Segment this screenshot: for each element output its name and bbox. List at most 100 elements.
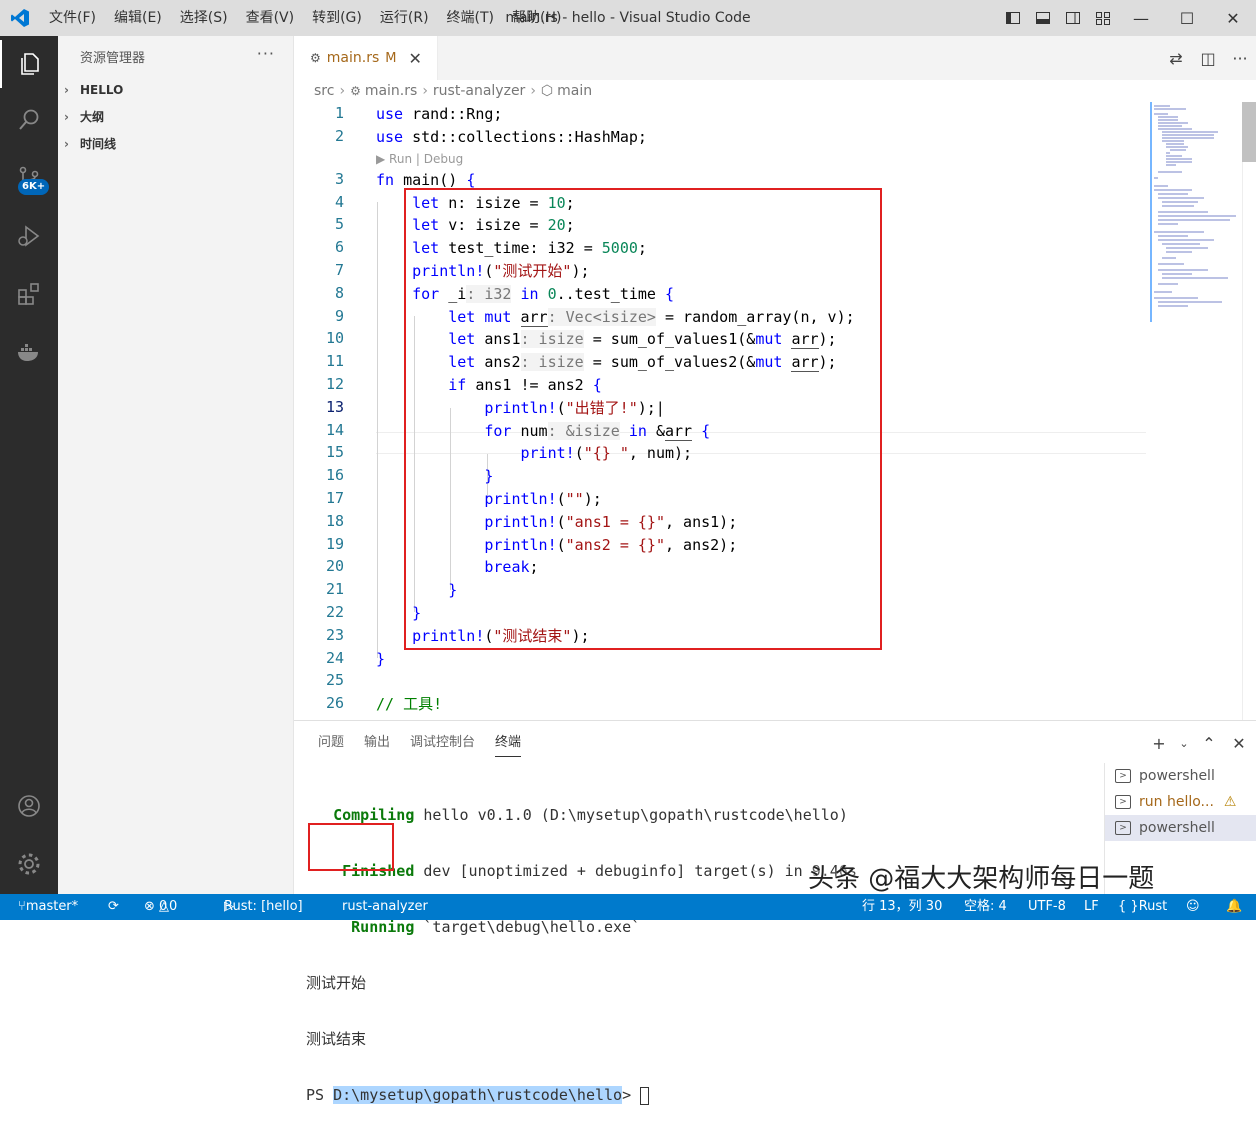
sync-icon[interactable]: ⟳ xyxy=(108,894,119,920)
open-changes-icon[interactable]: ⇄ xyxy=(1160,36,1192,80)
indentation[interactable]: 空格: 4 xyxy=(964,894,1007,920)
explorer-header: 资源管理器 ··· xyxy=(58,36,293,76)
code-line: // 工具! xyxy=(376,695,443,713)
menu-help[interactable]: 帮助(H) xyxy=(503,0,570,36)
chevron-down-icon[interactable]: ⌄ xyxy=(1178,737,1190,750)
toggle-panel-icon[interactable] xyxy=(1028,0,1058,36)
cursor-position[interactable]: 行 13，列 30 xyxy=(862,894,942,920)
breadcrumb-file[interactable]: main.rs xyxy=(365,83,417,99)
menu-view[interactable]: 查看(V) xyxy=(237,0,304,36)
run-debug-codelens[interactable]: ▶ Run | Debug xyxy=(376,152,463,166)
code-line: use rand::Rng; xyxy=(376,105,503,123)
line-number: 10 xyxy=(325,329,344,347)
language-mode[interactable]: { } Rust xyxy=(1118,894,1167,920)
minimize-icon[interactable]: — xyxy=(1118,0,1164,36)
title-tools: — ☐ ✕ xyxy=(998,0,1256,36)
extensions-icon[interactable] xyxy=(0,270,58,318)
docker-icon[interactable] xyxy=(0,328,58,376)
menu-selection[interactable]: 选择(S) xyxy=(171,0,237,36)
line-number: 23 xyxy=(325,626,344,644)
section-timeline[interactable]: › 时间线 xyxy=(58,130,293,157)
terminal-line: Compiling hello v0.1.0 (D:\mysetup\gopat… xyxy=(333,806,848,824)
code-line: } xyxy=(376,650,386,668)
menu-file[interactable]: 文件(F) xyxy=(40,0,105,36)
panel-tabs: 问题 输出 调试控制台 终端 + ⌄ ⌃ ✕ xyxy=(294,721,1256,765)
section-hello[interactable]: › HELLO xyxy=(58,76,293,103)
symbol-method-icon: ⬡ xyxy=(540,83,554,99)
notifications-icon[interactable]: 🔔 xyxy=(1226,894,1242,920)
menu-terminal[interactable]: 终端(T) xyxy=(438,0,503,36)
editor-actions: ⇄ ◫ ··· xyxy=(1160,36,1256,80)
line-number: 14 xyxy=(325,421,344,439)
explorer-sidebar: 资源管理器 ··· › HELLO › 大纲 › 时间线 xyxy=(58,36,294,894)
code-editor[interactable]: 1 2 3 4 5 6 7 8 9 10 11 12 13 14 15 16 1… xyxy=(294,102,1256,720)
analyzer-status[interactable]: rust-analyzer xyxy=(342,894,428,920)
accounts-icon[interactable] xyxy=(0,782,58,830)
end-of-line[interactable]: LF xyxy=(1084,894,1099,920)
encoding[interactable]: UTF-8 xyxy=(1028,894,1066,920)
problems-status[interactable]: ⊗ 0 △ 0 xyxy=(144,894,177,920)
chevron-right-icon: › xyxy=(64,82,69,97)
line-number: 15 xyxy=(325,443,344,461)
line-number: 7 xyxy=(334,261,344,279)
line-number: 16 xyxy=(325,466,344,484)
section-outline[interactable]: › 大纲 xyxy=(58,103,293,130)
tab-output[interactable]: 输出 xyxy=(364,721,390,765)
tab-debug-console[interactable]: 调试控制台 xyxy=(410,721,475,765)
terminal-prompt: PS D:\mysetup\gopath\rustcode\hello> xyxy=(306,1085,1096,1105)
customize-layout-icon[interactable] xyxy=(1088,0,1118,36)
line-number: 21 xyxy=(325,580,344,598)
status-bar: ⑂ master* ⟳ ⊗ 0 △ 0 Rust: [hello] ▷ rust… xyxy=(0,894,1256,920)
maximize-panel-icon[interactable]: ⌃ xyxy=(1198,734,1220,753)
close-panel-icon[interactable]: ✕ xyxy=(1228,734,1250,753)
title-bar: 文件(F) 编辑(E) 选择(S) 查看(V) 转到(G) 运行(R) 终端(T… xyxy=(0,0,1256,36)
terminal-item[interactable]: > run hello... ⚠ xyxy=(1105,789,1256,815)
terminal-icon: > xyxy=(1115,795,1131,809)
menu-run[interactable]: 运行(R) xyxy=(371,0,438,36)
vertical-scrollbar[interactable] xyxy=(1242,102,1256,720)
line-number: 3 xyxy=(334,170,344,188)
more-actions-icon[interactable]: ··· xyxy=(257,44,275,63)
terminal-item[interactable]: > powershell xyxy=(1105,763,1256,789)
branch-status[interactable]: ⑂ master* xyxy=(18,894,78,920)
explorer-icon[interactable] xyxy=(0,40,58,88)
terminal-item[interactable]: > powershell xyxy=(1105,815,1256,841)
scrollbar-thumb[interactable] xyxy=(1242,102,1256,162)
panel-actions: + ⌄ ⌃ ✕ xyxy=(1148,721,1250,765)
tab-main-rs[interactable]: ⚙ main.rs M ✕ xyxy=(294,36,438,80)
menu-edit[interactable]: 编辑(E) xyxy=(105,0,171,36)
annotation-box xyxy=(404,188,882,650)
source-control-badge: 6K+ xyxy=(18,179,50,195)
split-editor-icon[interactable]: ◫ xyxy=(1192,36,1224,80)
run-debug-icon[interactable] xyxy=(0,212,58,260)
line-number: 22 xyxy=(325,603,344,621)
minimap[interactable] xyxy=(1148,102,1244,322)
tab-terminal[interactable]: 终端 xyxy=(495,721,522,765)
new-terminal-icon[interactable]: + xyxy=(1148,734,1170,753)
more-actions-icon[interactable]: ··· xyxy=(1224,36,1256,80)
chevron-right-icon: › xyxy=(64,109,69,124)
toggle-secondary-sidebar-icon[interactable] xyxy=(1058,0,1088,36)
search-icon[interactable] xyxy=(0,96,58,144)
line-number: 12 xyxy=(325,375,344,393)
breadcrumb-src[interactable]: src xyxy=(314,83,334,99)
settings-gear-icon[interactable] xyxy=(0,840,58,888)
explorer-title: 资源管理器 xyxy=(80,50,146,66)
line-number: 2 xyxy=(334,127,344,145)
toggle-sidebar-icon[interactable] xyxy=(998,0,1028,36)
maximize-icon[interactable]: ☐ xyxy=(1164,0,1210,36)
run-target[interactable]: Rust: [hello] ▷ xyxy=(224,894,303,920)
close-window-icon[interactable]: ✕ xyxy=(1210,0,1256,36)
line-number: 8 xyxy=(334,284,344,302)
breadcrumb-analyzer[interactable]: rust-analyzer xyxy=(433,83,525,99)
close-tab-icon[interactable]: ✕ xyxy=(408,49,421,68)
feedback-icon[interactable]: ☺ xyxy=(1186,894,1200,920)
breadcrumb-symbol[interactable]: main xyxy=(557,83,592,99)
menu-bar: 文件(F) 编辑(E) 选择(S) 查看(V) 转到(G) 运行(R) 终端(T… xyxy=(40,0,570,36)
terminal-line: 测试结束 xyxy=(306,1030,367,1048)
menu-go[interactable]: 转到(G) xyxy=(303,0,371,36)
breadcrumb: src › ⚙ main.rs › rust-analyzer › ⬡ main xyxy=(314,83,593,99)
rust-file-icon: ⚙ xyxy=(310,51,321,65)
tab-problems[interactable]: 问题 xyxy=(318,721,344,765)
line-number: 26 xyxy=(325,694,344,712)
